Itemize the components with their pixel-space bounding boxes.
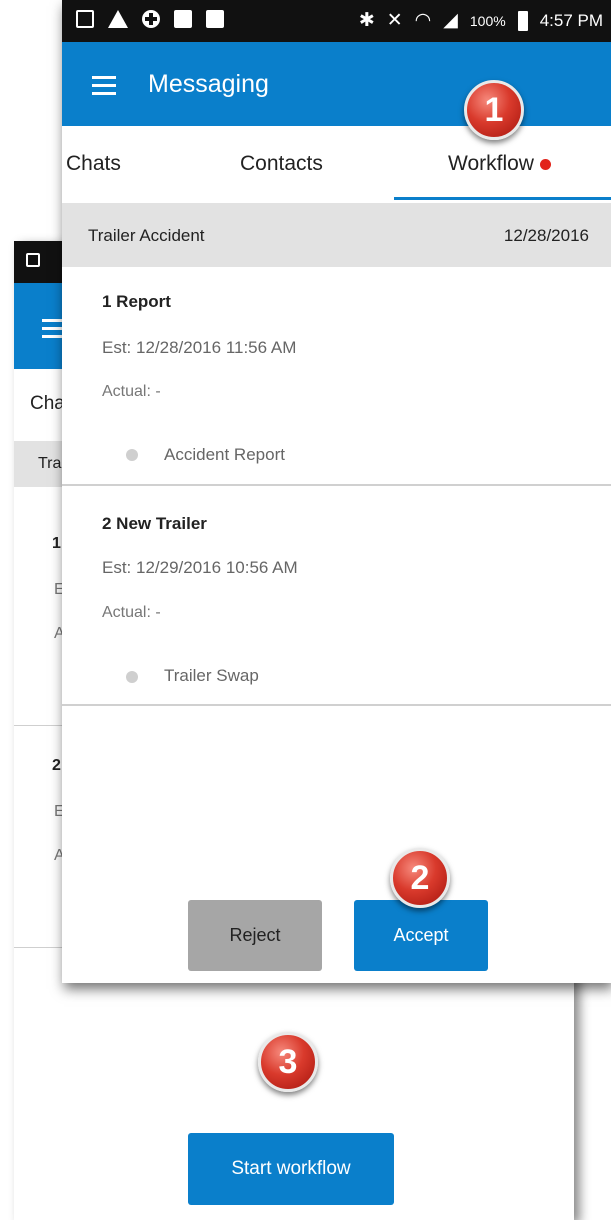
step-divider [62, 484, 611, 486]
mute-icon: ✕ [386, 10, 403, 31]
briefcase-icon [206, 10, 224, 28]
signal-icon: ◢ [443, 10, 458, 31]
front-screen: ✱ ✕ ◠ ◢ 100% 4:57 PM Messaging Chats Con… [62, 0, 611, 983]
workflow-date: 12/28/2016 [503, 226, 589, 245]
task-status-icon [126, 671, 138, 683]
start-workflow-button[interactable]: Start workflow [188, 1133, 394, 1205]
notification-dot-icon [539, 158, 551, 170]
battery-icon [517, 10, 528, 31]
back-step-number: 2 [52, 757, 61, 774]
accept-button[interactable]: Accept [354, 900, 488, 971]
plus-circle-icon [142, 10, 160, 28]
callout-badge: 2 [390, 848, 450, 908]
step-est: Est: 12/28/2016 11:56 AM [102, 338, 297, 357]
tab-contacts[interactable]: Contacts [240, 152, 323, 176]
active-tab-indicator [394, 197, 611, 200]
back-workflow-name: Tra [38, 455, 62, 472]
battery-percentage: 100% [469, 12, 506, 29]
reject-button[interactable]: Reject [188, 900, 322, 971]
step-est: Est: 12/29/2016 10:56 AM [102, 558, 298, 577]
bluetooth-icon: ✱ [358, 10, 375, 31]
callout-badge: 1 [464, 80, 524, 140]
callout-badge: 3 [258, 1032, 318, 1092]
image-icon [26, 253, 40, 267]
workflow-name: Trailer Accident [88, 226, 205, 245]
back-tab-chats[interactable]: Cha [30, 393, 65, 415]
tab-chats[interactable]: Chats [66, 152, 121, 176]
work-profile-icon [174, 10, 192, 28]
step-actual: Actual: - [102, 383, 161, 400]
workflow-header: Trailer Accident 12/28/2016 [62, 203, 611, 267]
status-bar: ✱ ✕ ◠ ◢ 100% 4:57 PM [62, 0, 611, 42]
clock: 4:57 PM [539, 10, 603, 30]
task-status-icon [126, 449, 138, 461]
back-step-number: 1 [52, 535, 61, 552]
step-actual: Actual: - [102, 604, 161, 621]
warning-icon [108, 10, 128, 28]
task-label[interactable]: Accident Report [164, 445, 285, 465]
step-title: 1 Report [102, 292, 171, 311]
step-divider [62, 704, 611, 706]
tab-bar: Chats Contacts Workflow [62, 126, 611, 202]
image-icon [76, 10, 94, 28]
wifi-icon: ◠ [414, 10, 432, 31]
back-menu-icon[interactable] [42, 319, 64, 343]
step-title: 2 New Trailer [102, 514, 207, 533]
app-title: Messaging [148, 70, 269, 98]
menu-icon[interactable] [92, 76, 116, 100]
tab-workflow[interactable]: Workflow [448, 152, 551, 176]
app-bar: Messaging [62, 42, 611, 126]
tab-workflow-label: Workflow [448, 152, 534, 175]
task-label[interactable]: Trailer Swap [164, 666, 259, 686]
